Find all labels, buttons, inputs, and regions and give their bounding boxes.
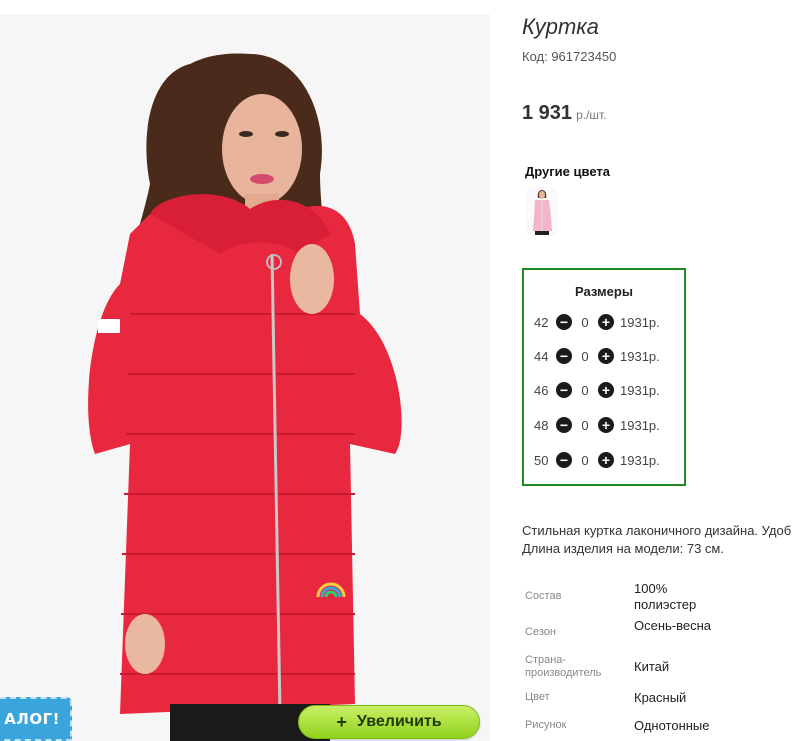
property-label: Страна-производитель [525,654,602,679]
product-title: Куртка [522,14,599,39]
product-price: 1 931 р./шт. [522,102,607,125]
zoom-button[interactable]: + Увеличить [298,705,480,739]
size-price: 1931р. [620,348,660,364]
product-description: Стильная куртка лаконичного дизайна. Удо… [522,522,791,558]
size-quantity: 0 [581,348,589,364]
size-label: 46 [534,382,549,398]
minus-circle-icon[interactable]: − [556,417,572,433]
size-label: 48 [534,417,549,433]
plus-circle-icon[interactable]: + [598,348,614,364]
size-quantity: 0 [581,314,589,330]
size-price: 1931р. [620,382,660,398]
zoom-button-label: Увеличить [356,713,442,730]
price-unit: р./шт. [576,108,607,122]
plus-icon: + [336,711,347,732]
minus-circle-icon[interactable]: − [556,314,572,330]
property-value: Осень-весна [634,618,712,633]
size-label: 44 [534,348,549,364]
sizes-title: Размеры [575,284,633,299]
product-code: Код: 961723450 [522,49,617,64]
pink-jacket-thumbnail [533,190,552,235]
sizes-panel: Размеры 42 − 0 + 1931р. 44 − 0 + 1931р. … [522,268,686,486]
plus-circle-icon[interactable]: + [598,417,614,433]
property-label: Сезон [525,626,556,638]
minus-circle-icon[interactable]: − [556,348,572,364]
property-value: Красный [634,690,687,705]
size-price: 1931р. [620,417,660,433]
size-quantity: 0 [581,417,589,433]
size-price: 1931р. [620,452,660,468]
property-label: Цвет [525,691,550,703]
plus-circle-icon[interactable]: + [598,382,614,398]
plus-circle-icon[interactable]: + [598,452,614,468]
minus-circle-icon[interactable]: − [556,382,572,398]
property-value: Китай [634,659,670,674]
minus-circle-icon[interactable]: − [556,452,572,468]
size-row: 46 − 0 + 1931р. [534,380,660,400]
price-value: 1 931 [522,102,573,124]
other-colors-title: Другие цвета [525,164,610,179]
size-quantity: 0 [581,452,589,468]
product-photo[interactable] [0,14,490,741]
size-label: 50 [534,452,549,468]
color-variant-thumbnail[interactable] [527,187,557,235]
property-value: 100% полиэстер [634,581,697,612]
property-label: Состав [525,590,562,602]
description-line: Длина изделия на модели: 73 см. [522,541,724,556]
property-label: Рисунок [525,719,567,731]
size-price: 1931р. [620,314,660,330]
size-row: 48 − 0 + 1931р. [534,415,660,435]
catalog-tab-label: АЛОГ! [4,710,60,728]
plus-circle-icon[interactable]: + [598,314,614,330]
model-in-red-jacket-image [88,53,402,741]
size-quantity: 0 [581,382,589,398]
size-row: 42 − 0 + 1931р. [534,312,660,332]
size-row: 50 − 0 + 1931р. [534,450,660,470]
size-label: 42 [534,314,549,330]
property-value: Однотонные [634,718,710,733]
description-line: Стильная куртка лаконичного дизайна. Удо… [522,523,792,538]
catalog-tab[interactable]: АЛОГ! [0,697,72,741]
size-row: 44 − 0 + 1931р. [534,346,660,366]
